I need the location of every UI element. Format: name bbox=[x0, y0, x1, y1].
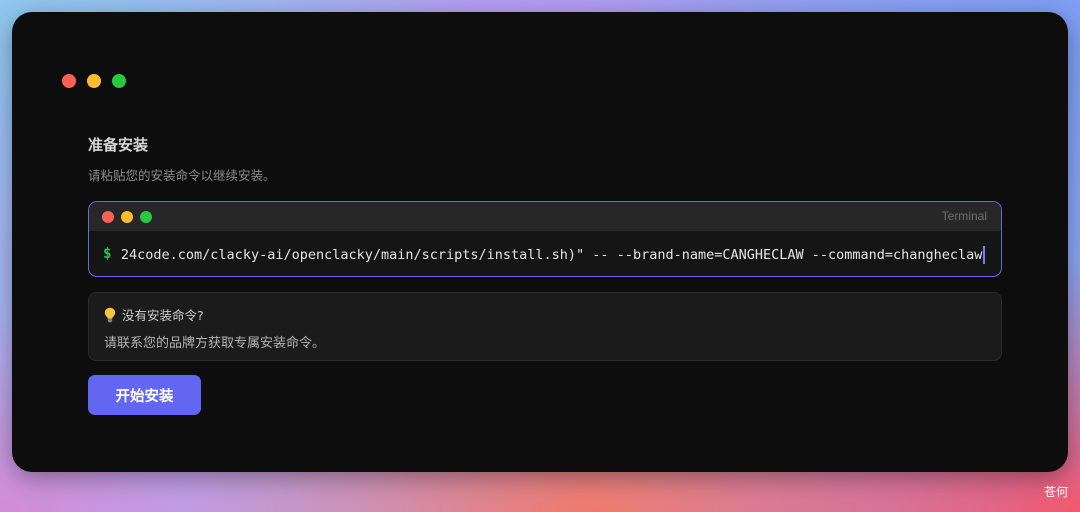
text-caret bbox=[983, 245, 986, 264]
maximize-window-button[interactable] bbox=[112, 74, 126, 88]
terminal-yellow-dot bbox=[121, 211, 133, 223]
terminal-body: $ .1024code.com/clacky-ai/openclacky/mai… bbox=[89, 231, 1001, 276]
start-install-button[interactable]: 开始安装 bbox=[88, 375, 201, 415]
command-text: .1024code.com/clacky-ai/openclacky/main/… bbox=[121, 246, 983, 263]
terminal-green-dot bbox=[140, 211, 152, 223]
lightbulb-icon bbox=[104, 307, 116, 322]
command-input-text[interactable]: .1024code.com/clacky-ai/openclacky/main/… bbox=[121, 245, 986, 264]
window-controls bbox=[62, 74, 126, 88]
minimize-window-button[interactable] bbox=[87, 74, 101, 88]
terminal-header: Terminal bbox=[89, 202, 1001, 231]
terminal-input-panel[interactable]: Terminal $ .1024code.com/clacky-ai/openc… bbox=[88, 201, 1002, 277]
command-field[interactable]: .1024code.com/clacky-ai/openclacky/main/… bbox=[121, 244, 986, 264]
page-title: 准备安装 bbox=[88, 136, 149, 154]
close-window-button[interactable] bbox=[62, 74, 76, 88]
prompt-symbol: $ bbox=[103, 245, 112, 262]
terminal-red-dot bbox=[102, 211, 114, 223]
help-title-row: 没有安装命令? bbox=[104, 305, 204, 324]
terminal-dots bbox=[102, 211, 152, 223]
terminal-label: Terminal bbox=[941, 209, 987, 223]
watermark-text: 苍何 bbox=[1043, 485, 1068, 499]
page-subtitle: 请粘贴您的安装命令以继续安装。 bbox=[88, 168, 276, 183]
help-text: 请联系您的品牌方获取专属安装命令。 bbox=[104, 336, 326, 351]
app-window: 准备安装 请粘贴您的安装命令以继续安装。 Terminal $ .1024cod… bbox=[12, 12, 1068, 472]
help-title: 没有安装命令? bbox=[122, 308, 204, 323]
help-card: 没有安装命令? 请联系您的品牌方获取专属安装命令。 bbox=[88, 292, 1002, 361]
